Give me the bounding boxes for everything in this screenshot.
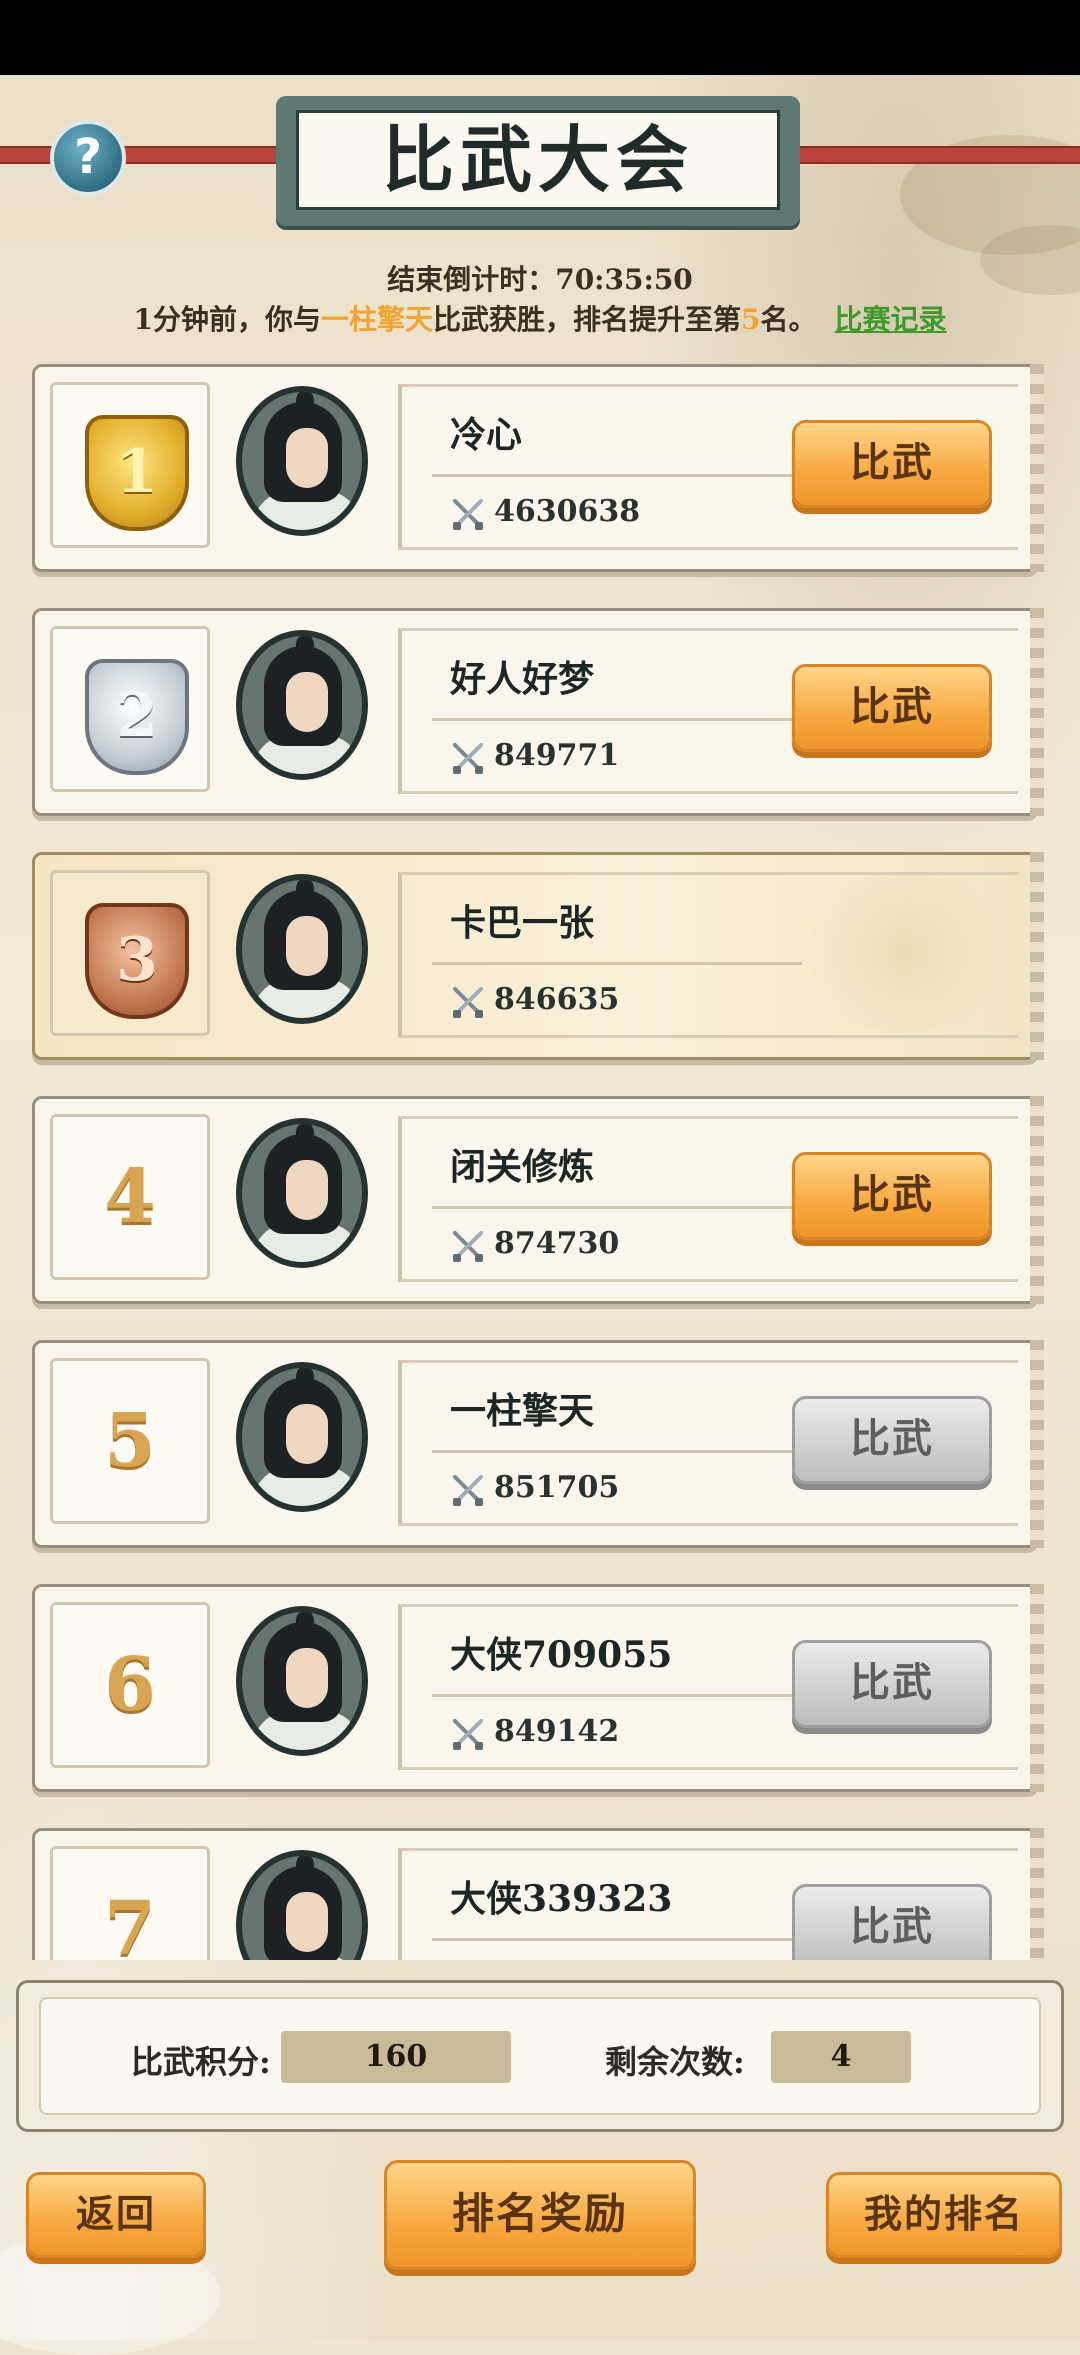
battle-notice: 1分钟前，你与一柱擎天比武获胜，排名提升至第5名。 比赛记录: [0, 298, 1080, 338]
page-title: 比武大会: [296, 110, 780, 210]
info-divider: [432, 1694, 802, 1697]
challenge-button[interactable]: 比武: [792, 1640, 992, 1728]
scroll-edge-decoration: [1030, 852, 1044, 1060]
notice-middle: 比武获胜，排名提升至第: [432, 303, 741, 336]
points-value: 160: [281, 2031, 511, 2083]
scroll-edge-decoration: [1030, 1828, 1044, 1960]
player-name: 冷心: [450, 414, 523, 456]
crossed-swords-icon: [453, 1231, 483, 1262]
rank-badge: 3: [50, 870, 210, 1036]
crossed-swords-icon: [453, 743, 483, 774]
rank-badge: 1: [50, 382, 210, 548]
scroll-edge-decoration: [1030, 364, 1044, 572]
crossed-swords-icon: [453, 987, 483, 1018]
silver-medal-icon: 2: [85, 659, 189, 775]
notice-suffix: 名。: [760, 303, 817, 336]
ranking-row: 3 卡巴一张 846635: [32, 852, 1044, 1060]
countdown-label: 结束倒计时：: [387, 263, 556, 296]
player-avatar[interactable]: [236, 1850, 368, 1960]
notice-rank: 5: [741, 303, 761, 336]
player-name: 大侠709055: [450, 1634, 673, 1676]
ranking-row: 4 闭关修炼 874730 比武: [32, 1096, 1044, 1304]
rank-badge: 2: [50, 626, 210, 792]
ranking-list[interactable]: 1 冷心 4630638 比武 2 好人好梦 849771 比武 3 卡巴一张 …: [0, 360, 1080, 1960]
cloud-pattern-decoration: [792, 872, 1012, 1032]
challenge-button[interactable]: 比武: [792, 664, 992, 752]
player-name: 闭关修炼: [450, 1146, 595, 1188]
rank-number: 5: [104, 1398, 156, 1484]
notice-opponent: 一柱擎天: [320, 303, 433, 336]
player-avatar[interactable]: [236, 1606, 368, 1756]
crossed-swords-icon: [453, 1475, 483, 1506]
info-divider: [432, 718, 802, 721]
challenge-button[interactable]: 比武: [792, 1396, 992, 1484]
gold-medal-icon: 1: [85, 415, 189, 531]
my-ranking-button[interactable]: 我的排名: [826, 2172, 1062, 2258]
info-divider: [432, 962, 802, 965]
points-label: 比武积分:: [131, 2043, 271, 2081]
crossed-swords-icon: [453, 1719, 483, 1750]
ranking-row: 1 冷心 4630638 比武: [32, 364, 1044, 572]
player-avatar[interactable]: [236, 1362, 368, 1512]
player-avatar[interactable]: [236, 874, 368, 1024]
player-name: 一柱擎天: [450, 1390, 595, 1432]
player-name: 大侠339323: [450, 1878, 673, 1920]
ranking-row: 6 大侠709055 849142 比武: [32, 1584, 1044, 1792]
combat-power: 851705: [494, 1470, 620, 1505]
ranking-row: 5 一柱擎天 851705 比武: [32, 1340, 1044, 1548]
info-divider: [432, 474, 802, 477]
countdown-value: 70:35:50: [555, 263, 693, 296]
ranking-reward-button[interactable]: 排名奖励: [384, 2160, 696, 2270]
match-record-link[interactable]: 比赛记录: [835, 303, 947, 336]
score-panel-inner: 比武积分: 160 剩余次数: 4: [39, 1997, 1041, 2115]
player-name: 卡巴一张: [450, 902, 595, 944]
scroll-edge-decoration: [1030, 608, 1044, 816]
title-plaque: 比武大会: [276, 96, 800, 226]
rank-number: 4: [104, 1154, 156, 1240]
ranking-row: 2 好人好梦 849771 比武: [32, 608, 1044, 816]
rank-badge: 5: [50, 1358, 210, 1524]
rank-number: 6: [104, 1642, 156, 1728]
rank-badge: 4: [50, 1114, 210, 1280]
challenge-button[interactable]: 比武: [792, 1152, 992, 1240]
combat-power: 849142: [494, 1714, 620, 1749]
combat-power: 846635: [494, 982, 620, 1017]
player-avatar[interactable]: [236, 386, 368, 536]
player-avatar[interactable]: [236, 1118, 368, 1268]
player-avatar[interactable]: [236, 630, 368, 780]
back-button[interactable]: 返回: [26, 2172, 206, 2258]
info-divider: [432, 1938, 802, 1941]
bronze-medal-icon: 3: [85, 903, 189, 1019]
combat-power: 874730: [494, 1226, 620, 1261]
player-name: 好人好梦: [450, 658, 595, 700]
challenge-button[interactable]: 比武: [792, 1884, 992, 1960]
rank-badge: 7: [50, 1846, 210, 1960]
combat-power: 835305: [494, 1958, 619, 1960]
notice-prefix: 1分钟前，你与: [133, 303, 321, 336]
rank-badge: 6: [50, 1602, 210, 1768]
challenge-button[interactable]: 比武: [792, 420, 992, 508]
info-divider: [432, 1206, 802, 1209]
combat-power: 4630638: [494, 494, 641, 529]
remaining-value: 4: [771, 2031, 911, 2083]
status-bar: [0, 0, 1080, 75]
score-panel: 比武积分: 160 剩余次数: 4: [16, 1980, 1064, 2132]
scroll-edge-decoration: [1030, 1340, 1044, 1548]
crossed-swords-icon: [453, 499, 483, 530]
ranking-row: 7 大侠339323 835305 比武: [32, 1828, 1044, 1960]
remaining-label: 剩余次数:: [605, 2043, 745, 2081]
combat-power: 849771: [494, 738, 620, 773]
scroll-edge-decoration: [1030, 1584, 1044, 1792]
scroll-edge-decoration: [1030, 1096, 1044, 1304]
info-divider: [432, 1450, 802, 1453]
question-icon: ?: [74, 129, 102, 185]
countdown-timer: 结束倒计时：70:35:50: [0, 258, 1080, 298]
rank-number: 7: [104, 1886, 156, 1960]
help-button[interactable]: ?: [50, 120, 126, 196]
